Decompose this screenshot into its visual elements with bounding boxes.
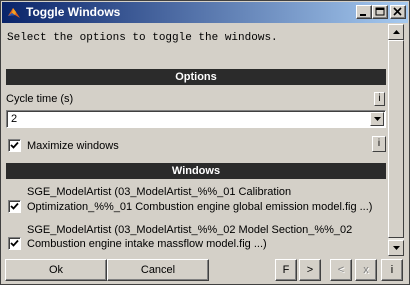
title-bar[interactable]: Toggle Windows: [2, 2, 408, 23]
cycle-time-select[interactable]: 2: [6, 110, 386, 128]
maximize-windows-checkbox[interactable]: [8, 139, 21, 152]
options-header: Options: [6, 69, 386, 85]
matlab-icon: [8, 8, 20, 18]
prev-button[interactable]: <: [330, 259, 352, 281]
cycle-time-value: 2: [11, 113, 18, 125]
maximize-icon: [375, 7, 385, 16]
vertical-scrollbar[interactable]: [388, 24, 404, 256]
checkmark-icon: [10, 202, 19, 210]
window-item-1-line1: SGE_ModelArtist (03_ModelArtist_%%_01 Ca…: [27, 186, 292, 198]
toggle-windows-dialog: Toggle Windows Select the options to tog…: [0, 0, 410, 285]
dialog-content: Select the options to toggle the windows…: [2, 24, 386, 256]
windows-header: Windows: [6, 163, 386, 179]
maximize-windows-label: Maximize windows: [27, 140, 119, 152]
x-button[interactable]: x: [355, 259, 377, 281]
prompt-text: Select the options to toggle the windows…: [7, 32, 278, 44]
arrow-down-icon: [393, 246, 400, 250]
cancel-button[interactable]: Cancel: [107, 259, 209, 281]
close-icon: [393, 7, 402, 16]
window-item-2-line2: Combustion engine intake massflow model.…: [27, 238, 267, 250]
window-title: Toggle Windows: [26, 5, 121, 19]
minimize-button[interactable]: [356, 5, 372, 19]
footer-info-button[interactable]: i: [381, 259, 403, 281]
close-button[interactable]: [390, 5, 406, 19]
window-item-2-checkbox[interactable]: [8, 237, 21, 250]
scroll-up-button[interactable]: [388, 24, 404, 40]
maximize-button[interactable]: [372, 5, 388, 19]
cycle-time-dropdown-button[interactable]: [370, 112, 384, 126]
ok-button[interactable]: Ok: [5, 259, 107, 281]
scroll-down-button[interactable]: [388, 240, 404, 256]
cycle-time-info-button[interactable]: i: [374, 92, 385, 106]
next-button[interactable]: >: [299, 259, 321, 281]
chevron-down-icon: [374, 117, 381, 121]
maximize-info-button[interactable]: i: [372, 136, 386, 152]
checkmark-icon: [10, 239, 19, 247]
scroll-thumb[interactable]: [388, 40, 404, 238]
f-button[interactable]: F: [275, 259, 297, 281]
arrow-up-icon: [393, 30, 400, 34]
window-item-1-line2: Optimization_%%_01 Combustion engine glo…: [27, 201, 373, 213]
cycle-time-label: Cycle time (s): [6, 93, 74, 105]
checkmark-icon: [10, 141, 19, 149]
minimize-icon: [360, 14, 366, 16]
window-item-1-checkbox[interactable]: [8, 200, 21, 213]
window-item-2-line1: SGE_ModelArtist (03_ModelArtist_%%_02 Mo…: [27, 224, 353, 236]
